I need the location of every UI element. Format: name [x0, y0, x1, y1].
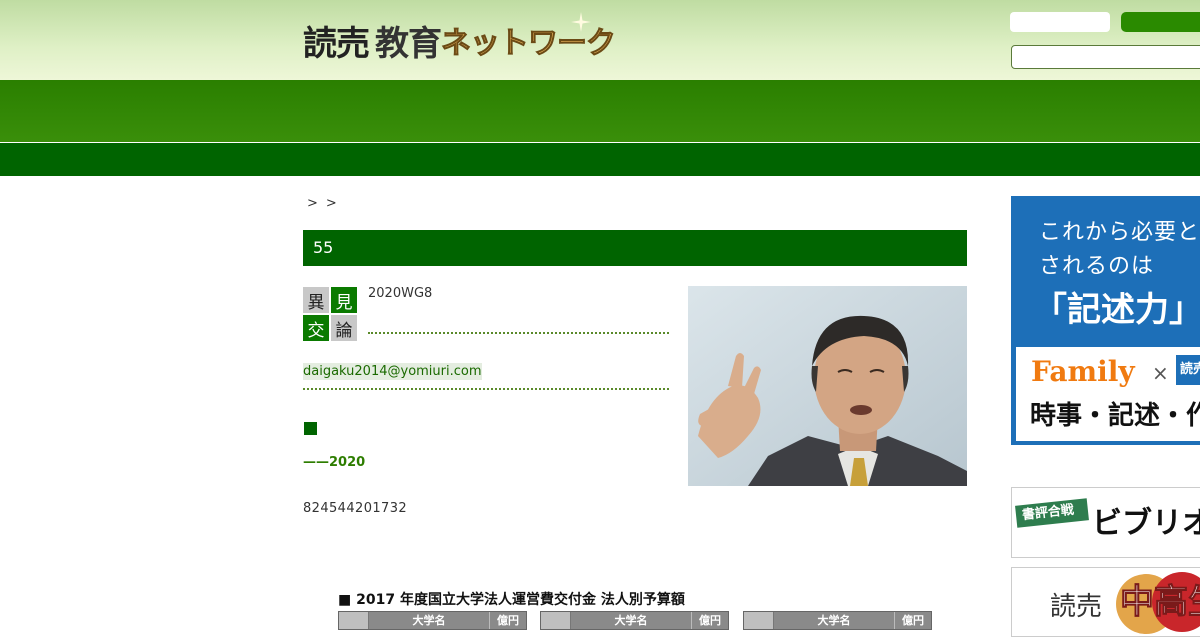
ad-text: これから必要と: [1039, 220, 1200, 245]
divider: [303, 388, 669, 390]
ad-text: 時事・記述・作: [1030, 401, 1200, 431]
sparkle-icon: [571, 12, 591, 32]
badge-char: 論: [331, 315, 357, 341]
header-green-button[interactable]: [1121, 12, 1200, 32]
breadcrumb-separator: >: [307, 196, 318, 211]
ad-headline: ビブリオ: [1092, 506, 1200, 541]
main-navigation: [0, 80, 1200, 142]
ad-tag: 書評合戦: [1015, 498, 1089, 528]
budget-table: 大学名 億円: [743, 611, 932, 630]
logo-yomiuri: 読売: [303, 23, 370, 64]
series-description: 2020WG8: [368, 286, 433, 301]
divider: [368, 332, 669, 334]
breadcrumb-separator: >: [325, 196, 337, 211]
search-input[interactable]: [1011, 45, 1200, 69]
sub-navigation: [0, 143, 1200, 176]
site-logo[interactable]: 読売 教育 ネットワーク: [303, 12, 617, 64]
ad-lower-panel: Family × 読売 時事・記述・作: [1016, 347, 1200, 441]
article-title: 55: [303, 230, 967, 266]
table-header-university: 大学名: [571, 612, 692, 629]
ad-times: ×: [1152, 361, 1169, 385]
ad-banner-kijutsu[interactable]: これから必要と されるのは 「記述力」 Family × 読売 時事・記述・作: [1011, 196, 1200, 445]
badge-char: 異: [303, 287, 329, 313]
header-login-field[interactable]: [1010, 12, 1110, 32]
section-marker: [304, 422, 317, 435]
logo-kyoiku: 教育: [375, 23, 442, 64]
ad-banner-chukosei[interactable]: 読売 中高生: [1011, 567, 1200, 637]
badge-char: 見: [331, 287, 357, 313]
table-header-university: 大学名: [369, 612, 490, 629]
table-header-amount: 億円: [699, 614, 721, 627]
table-cell: [339, 612, 369, 629]
ad-text: されるのは: [1039, 254, 1155, 279]
ad-yomiuri-logo: 読売: [1176, 355, 1200, 385]
badge-char: 交: [303, 315, 329, 341]
budget-table-title: ■ 2017 年度国立大学法人運営費交付金 法人別予算額: [338, 592, 685, 608]
budget-table: 大学名 億円: [540, 611, 729, 630]
table-header-amount: 億円: [902, 614, 924, 627]
budget-table: 大学名 億円: [338, 611, 527, 630]
portrait-photo: [688, 286, 967, 486]
table-header-amount: 億円: [497, 614, 519, 627]
breadcrumb: > >: [307, 196, 337, 211]
table-header-university: 大学名: [774, 612, 895, 629]
ad-headline: 中高生: [1120, 582, 1200, 623]
article-body-text: 824544201732: [303, 501, 408, 516]
email-link[interactable]: daigaku2014@yomiuri.com: [303, 363, 482, 380]
site-header: 読売 教育 ネットワーク: [0, 0, 1200, 80]
ad-family-logo: Family: [1031, 355, 1135, 388]
series-badge: 異 見 交 論: [303, 287, 359, 343]
ad-banner-biblio[interactable]: 書評合戦 ビブリオ: [1011, 487, 1200, 558]
article-subheading: ——2020: [303, 455, 366, 470]
table-cell: [744, 612, 774, 629]
ad-text: 読売: [1050, 592, 1103, 622]
ad-headline: 「記述力」: [1033, 290, 1200, 330]
table-cell: [541, 612, 571, 629]
